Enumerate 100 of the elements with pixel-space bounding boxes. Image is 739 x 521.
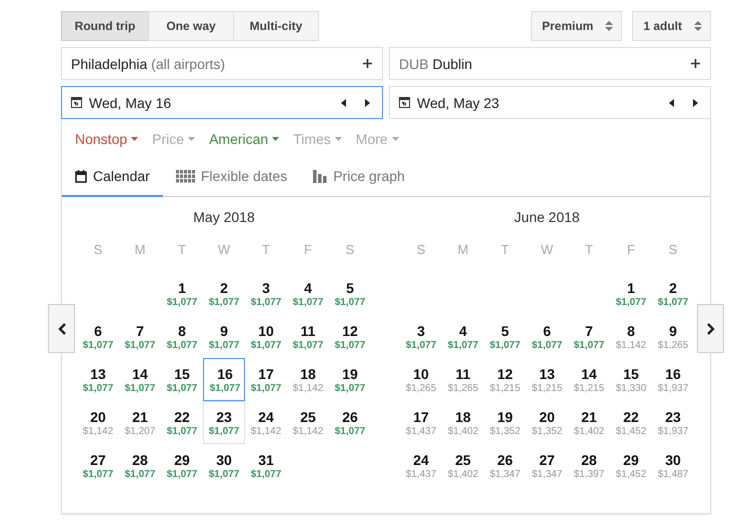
origin-field[interactable]: Philadelphia (all airports) [61,47,383,80]
filter-dropdown[interactable]: American [209,129,280,149]
day-price: $1,077 [208,426,240,436]
next-month-button[interactable] [697,304,724,353]
day-number: 12 [342,322,358,338]
day-number: 17 [258,366,274,382]
month-title: May 2018 [192,209,256,227]
day-price: $1,077 [334,296,366,308]
day-number: 12 [497,366,513,382]
weekday-label: S [92,241,104,259]
day-number: 19 [342,366,358,382]
day-price: $1,077 [166,340,198,350]
day-price: $1,077 [490,340,520,350]
day-price: $1,437 [406,426,436,436]
day-price: $1,077 [250,296,282,308]
day-price: $1,077 [448,340,478,350]
day-price: $1,265 [406,382,436,394]
day-number: 7 [136,322,144,338]
day-price: $1,077 [210,382,240,394]
day-price: $1,077 [532,340,562,350]
view-tab[interactable]: Price graph [300,157,418,197]
dropdown[interactable]: Premium [530,11,622,41]
caret-icon [272,137,280,141]
day-number: 15 [623,366,639,382]
day-price: $1,077 [82,340,114,350]
day-number: 19 [497,408,513,424]
calendar-day[interactable]: 16 $1,077 [203,358,245,401]
weekday-label: S [668,241,678,259]
day-price: $1,142 [292,382,324,394]
weekday-label: S [416,241,426,259]
trip-type-tab[interactable]: One way [148,11,234,41]
view-tab[interactable]: Calendar [62,157,163,197]
day-number: 2 [669,280,677,296]
day-price: $1,077 [292,340,324,350]
day-number: 9 [220,322,228,338]
day-number: 16 [217,366,233,382]
day-number: 9 [669,322,677,338]
day-number: 24 [413,452,429,468]
day-price: $1,347 [532,468,562,480]
bar-chart-icon [313,170,328,182]
day-number: 20 [539,408,555,424]
day-number: 8 [627,322,635,338]
day-number: 13 [90,366,106,382]
day-price: $1,077 [406,340,436,350]
chevron-right-icon [706,322,714,334]
day-number: 18 [455,408,471,424]
day-number: 7 [585,322,593,338]
dropdown[interactable]: 1 adult [632,11,711,41]
day-price: $1,265 [658,340,688,350]
day-number: 1 [627,280,635,296]
day-number: 26 [342,408,358,424]
day-price: $1,142 [292,426,324,436]
day-price: $1,077 [166,468,198,480]
trip-type-tab[interactable]: Round trip [61,11,149,41]
day-number: 22 [623,408,639,424]
plus-icon [363,59,372,68]
triangle-left-icon [340,98,346,106]
plus-icon [691,59,700,68]
day-number: 29 [623,452,639,468]
day-number: 27 [90,452,106,468]
grid-icon [176,170,195,182]
day-number: 13 [539,366,555,382]
caret-icon [131,137,138,141]
destination-field[interactable]: DUB Dublin [389,47,711,80]
caret-icon [392,137,399,141]
day-number: 16 [665,366,681,382]
day-price: $1,077 [82,382,114,394]
day-number: 20 [90,408,106,424]
trip-type-tab[interactable]: Multi-city [233,11,319,41]
day-price: $1,077 [82,468,114,480]
calendar-icon [399,97,410,108]
filter-dropdown[interactable]: Nonstop [75,129,138,149]
previous-month-button[interactable] [48,304,75,353]
day-number: 27 [539,452,555,468]
day-number: 4 [459,322,467,338]
date-field[interactable]: Wed, May 23 [389,86,711,119]
day-price: $1,077 [208,296,240,308]
day-number: 21 [581,408,597,424]
day-price: $1,402 [448,468,478,480]
day-price: $1,077 [124,382,156,394]
triangle-right-icon [692,98,698,106]
day-number: 8 [178,322,186,338]
day-price: $1,487 [658,468,688,480]
date-field[interactable]: Wed, May 16 [61,86,383,119]
day-number: 6 [543,322,551,338]
day-number: 11 [456,366,470,382]
day-price: $1,077 [166,426,198,436]
day-number: 3 [262,280,270,296]
day-price: $1,077 [166,382,198,394]
day-price: $1,077 [250,340,282,350]
up-down-arrows-icon [694,20,702,32]
day-number: 10 [258,322,274,338]
day-price: $1,215 [532,382,562,394]
day-price: $1,402 [574,426,604,436]
day-number: 18 [300,366,316,382]
day-price: $1,397 [574,468,604,480]
calendar-day[interactable]: 23 $1,077 [203,401,245,444]
day-price: $1,347 [490,468,520,480]
view-tab[interactable]: Flexible dates [162,157,300,197]
day-number: 22 [174,408,190,424]
